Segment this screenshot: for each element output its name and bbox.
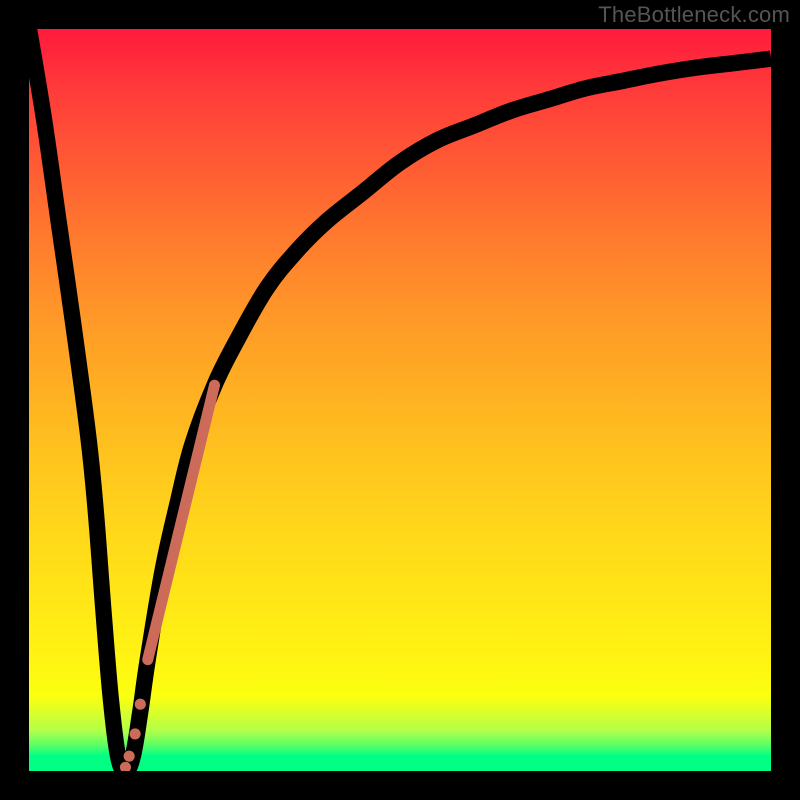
marker-dot	[130, 728, 141, 739]
plot-area	[29, 29, 771, 771]
marker-segment	[148, 385, 215, 660]
marker-dot	[124, 751, 135, 762]
chart-frame: TheBottleneck.com	[0, 0, 800, 800]
marker-dot	[135, 699, 146, 710]
plot-svg	[29, 29, 771, 771]
bottleneck-curve	[29, 29, 771, 771]
watermark-text: TheBottleneck.com	[598, 2, 790, 28]
